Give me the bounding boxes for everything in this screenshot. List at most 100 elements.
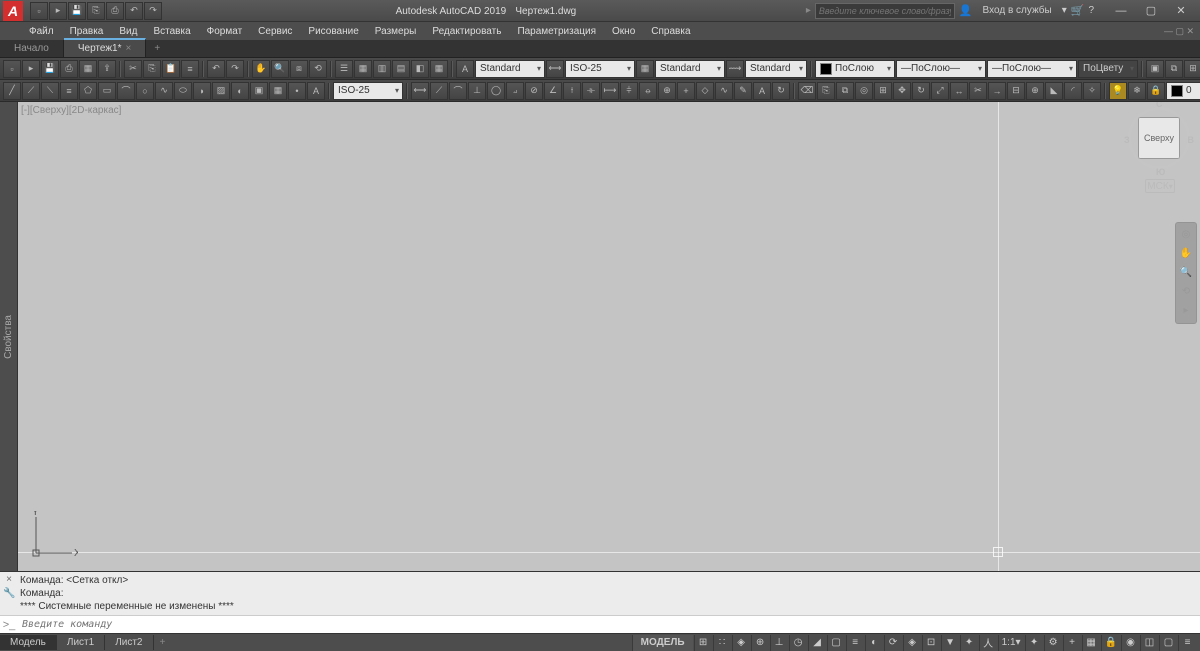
xline-icon[interactable]: ⟍	[41, 82, 59, 100]
lineweight-dropdown[interactable]: — ПоСлою —	[987, 60, 1077, 78]
redo-icon[interactable]: ↷	[144, 2, 162, 20]
plotstyle-dropdown[interactable]: ПоЦвету	[1078, 60, 1138, 78]
dim-style2-dropdown[interactable]: ISO-25	[333, 82, 403, 100]
gradient-icon[interactable]: ◐	[231, 82, 249, 100]
signin-link[interactable]: Вход в службы	[977, 5, 1058, 16]
extend-icon[interactable]: →	[988, 82, 1006, 100]
menu-draw[interactable]: Рисование	[301, 24, 365, 39]
nav-pan-icon[interactable]: ✋	[1177, 245, 1195, 263]
status-gizmo-icon[interactable]: ✦	[960, 635, 978, 651]
polygon-icon[interactable]: ⬠	[79, 82, 97, 100]
offset-icon[interactable]: ◎	[855, 82, 873, 100]
preview-icon[interactable]: ▦	[79, 60, 97, 78]
dim-base-icon[interactable]: ⟛	[582, 82, 600, 100]
new-doc-icon[interactable]: ▫	[3, 60, 21, 78]
status-transparency-icon[interactable]: ◐	[865, 635, 883, 651]
status-lwt-icon[interactable]: ≡	[846, 635, 864, 651]
status-grid-icon[interactable]: ⊞	[694, 635, 712, 651]
status-iso-icon[interactable]: ◢	[808, 635, 826, 651]
menu-dimension[interactable]: Размеры	[368, 24, 424, 39]
close-button[interactable]: ✕	[1166, 1, 1196, 21]
status-units-icon[interactable]: +	[1063, 635, 1081, 651]
menu-view[interactable]: Вид	[112, 24, 144, 39]
line-icon[interactable]: ╱	[3, 82, 21, 100]
qcalc-icon[interactable]: ▦	[430, 60, 448, 78]
block-icon[interactable]: ▣	[1146, 60, 1164, 78]
command-history[interactable]: × 🔧 Команда: <Сетка откл> Команда: **** …	[0, 572, 1200, 615]
status-filter-icon[interactable]: ▼	[941, 635, 959, 651]
status-polar-icon[interactable]: ◷	[789, 635, 807, 651]
dim-jogline-icon[interactable]: ∿	[715, 82, 733, 100]
status-3dosnap-icon[interactable]: ◈	[903, 635, 921, 651]
dim-insp-icon[interactable]: ◇	[696, 82, 714, 100]
menu-parametric[interactable]: Параметризация	[510, 24, 603, 39]
ssm-icon[interactable]: ▤	[392, 60, 410, 78]
menu-modify[interactable]: Редактировать	[425, 24, 508, 39]
markup-icon[interactable]: ◧	[411, 60, 429, 78]
rotate-icon[interactable]: ↻	[912, 82, 930, 100]
erase-icon[interactable]: ⌫	[798, 82, 816, 100]
ml-style-dropdown[interactable]: Standard	[745, 60, 807, 78]
spline-icon[interactable]: ∿	[155, 82, 173, 100]
color-dropdown[interactable]: ПоСлою	[815, 60, 895, 78]
status-scale-dropdown[interactable]: 1:1 ▾	[998, 635, 1024, 651]
layer-lock-icon[interactable]: 🔒	[1147, 82, 1165, 100]
cart-icon[interactable]: 🛒	[1071, 4, 1085, 17]
layer-bulb-icon[interactable]: 💡	[1109, 82, 1127, 100]
match-icon[interactable]: ≡	[181, 60, 199, 78]
dim-dia-icon[interactable]: ⊘	[525, 82, 543, 100]
mirror-icon[interactable]: ⧉	[836, 82, 854, 100]
copy-icon[interactable]: ⎘	[143, 60, 161, 78]
layer-freeze-icon[interactable]: ❄	[1128, 82, 1146, 100]
dim-ord-icon[interactable]: ⊥	[468, 82, 486, 100]
dim-arc-icon[interactable]: ⌒	[449, 82, 467, 100]
open-icon[interactable]: ▸	[49, 2, 67, 20]
dim-update-icon[interactable]: ↻	[772, 82, 790, 100]
status-annotation-icon[interactable]: 人	[979, 635, 997, 651]
nav-wheel-icon[interactable]: ◎	[1177, 226, 1195, 244]
layout-tab-sheet2[interactable]: Лист2	[105, 635, 153, 650]
print-icon[interactable]: ⎙	[60, 60, 78, 78]
xref-icon[interactable]: ⧉	[1165, 60, 1183, 78]
layout-tab-sheet1[interactable]: Лист1	[57, 635, 105, 650]
undo-icon[interactable]: ↶	[125, 2, 143, 20]
menu-file[interactable]: Файл	[22, 24, 61, 39]
pline-icon[interactable]: ⟋	[22, 82, 40, 100]
zoom-prev-icon[interactable]: ⟲	[309, 60, 327, 78]
menu-tools[interactable]: Сервис	[251, 24, 299, 39]
point-icon[interactable]: •	[288, 82, 306, 100]
break-icon[interactable]: ⊟	[1007, 82, 1025, 100]
table-style-icon[interactable]: ▦	[636, 60, 654, 78]
status-workspace-icon[interactable]: ⚙	[1044, 635, 1062, 651]
properties-icon[interactable]: ☰	[335, 60, 353, 78]
properties-panel-collapsed[interactable]: Свойства	[0, 102, 18, 571]
app-logo[interactable]: A	[3, 1, 23, 21]
mtext-icon[interactable]: A	[307, 82, 325, 100]
table-icon[interactable]: ▦	[269, 82, 287, 100]
center-icon[interactable]: +	[677, 82, 695, 100]
menu-help[interactable]: Справка	[644, 24, 697, 39]
command-input[interactable]	[18, 619, 1200, 630]
nav-showmotion-icon[interactable]: ▸	[1177, 302, 1195, 320]
dim-quick-icon[interactable]: ⟊	[563, 82, 581, 100]
redo2-icon[interactable]: ↷	[226, 60, 244, 78]
dc-icon[interactable]: ▦	[354, 60, 372, 78]
status-qp-icon[interactable]: ▦	[1082, 635, 1100, 651]
status-osnap-icon[interactable]: ▢	[827, 635, 845, 651]
status-snap-icon[interactable]: ∷	[713, 635, 731, 651]
doc-tab-drawing1[interactable]: Чертеж1*×	[64, 38, 146, 57]
minimize-button[interactable]: —	[1106, 1, 1136, 21]
layout-add-button[interactable]: +	[154, 635, 172, 650]
rect-icon[interactable]: ▭	[98, 82, 116, 100]
chamfer-icon[interactable]: ◣	[1045, 82, 1063, 100]
scale-icon[interactable]: ⤢	[931, 82, 949, 100]
nav-zoom-icon[interactable]: 🔍	[1177, 264, 1195, 282]
status-hw-icon[interactable]: ◉	[1121, 635, 1139, 651]
menu-format[interactable]: Формат	[200, 24, 250, 39]
publish-icon[interactable]: ⇪	[98, 60, 116, 78]
save-icon[interactable]: 💾	[68, 2, 86, 20]
dim-rad-icon[interactable]: ◯	[487, 82, 505, 100]
dim-space-icon[interactable]: ⫩	[620, 82, 638, 100]
region-icon[interactable]: ▣	[250, 82, 268, 100]
status-isolate-icon[interactable]: ◫	[1140, 635, 1158, 651]
